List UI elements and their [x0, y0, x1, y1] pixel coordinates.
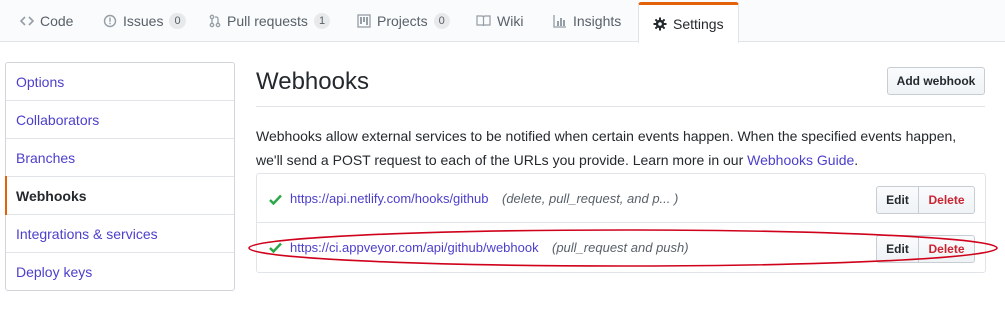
tab-label: Pull requests: [227, 13, 308, 29]
page-title: Webhooks: [256, 68, 369, 95]
tab-issues[interactable]: Issues 0: [103, 0, 186, 42]
sidebar-item-branches[interactable]: Branches: [6, 139, 234, 177]
pull-request-icon: [209, 14, 221, 28]
settings-sidebar: Options Collaborators Branches Webhooks …: [5, 62, 235, 291]
issues-counter: 0: [169, 13, 186, 29]
tab-label: Settings: [673, 16, 724, 32]
edit-webhook-button[interactable]: Edit: [876, 235, 919, 263]
delete-webhook-button[interactable]: Delete: [919, 186, 975, 214]
edit-webhook-button[interactable]: Edit: [876, 186, 919, 214]
code-icon: [20, 15, 34, 27]
tab-label: Code: [40, 13, 74, 29]
webhook-row: https://ci.appveyor.com/api/github/webho…: [257, 224, 985, 272]
tab-label: Wiki: [497, 13, 524, 29]
tab-insights[interactable]: Insights: [553, 0, 621, 42]
tab-code[interactable]: Code: [20, 0, 73, 42]
tab-label: Insights: [573, 13, 622, 29]
book-icon: [476, 15, 491, 27]
tab-settings[interactable]: Settings: [638, 2, 739, 43]
webhook-row: https://api.netlify.com/hooks/github (de…: [257, 174, 985, 223]
pull-requests-counter: 1: [313, 13, 331, 29]
title-divider: [256, 106, 985, 107]
tab-label: Issues: [123, 13, 164, 29]
sidebar-item-options[interactable]: Options: [6, 63, 234, 101]
issue-icon: [103, 14, 117, 28]
sidebar-item-integrations-services[interactable]: Integrations & services: [6, 215, 234, 253]
tab-pull-requests[interactable]: Pull requests 1: [209, 0, 331, 42]
sidebar-item-deploy-keys[interactable]: Deploy keys: [6, 253, 234, 291]
description-end: .: [854, 152, 859, 168]
webhooks-guide-link[interactable]: Webhooks Guide: [747, 152, 854, 168]
webhook-url-link[interactable]: https://api.netlify.com/hooks/github: [290, 191, 488, 206]
gear-icon: [653, 17, 667, 31]
sidebar-item-collaborators[interactable]: Collaborators: [6, 101, 234, 139]
check-icon: [269, 192, 283, 206]
webhook-url-link[interactable]: https://ci.appveyor.com/api/github/webho…: [290, 240, 539, 255]
projects-counter: 0: [433, 13, 450, 29]
add-webhook-button[interactable]: Add webhook: [887, 67, 985, 95]
webhook-list: https://api.netlify.com/hooks/github (de…: [256, 173, 986, 273]
project-icon: [357, 14, 371, 28]
sidebar-item-webhooks[interactable]: Webhooks: [5, 176, 234, 215]
graph-icon: [553, 14, 567, 28]
tab-label: Projects: [377, 13, 428, 29]
tab-wiki[interactable]: Wiki: [476, 0, 523, 42]
webhook-actions: Edit Delete: [876, 186, 975, 214]
webhook-actions: Edit Delete: [876, 235, 975, 263]
webhook-events: (delete, pull_request, and p... ): [502, 191, 679, 206]
webhooks-description: Webhooks allow external services to be n…: [256, 124, 986, 172]
repo-nav: Code Issues 0 Pull requests 1 Projects 0…: [0, 0, 1005, 43]
check-icon: [269, 240, 283, 254]
delete-webhook-button[interactable]: Delete: [919, 235, 975, 263]
webhook-events: (pull_request and push): [552, 240, 689, 255]
tab-projects[interactable]: Projects 0: [357, 0, 450, 42]
